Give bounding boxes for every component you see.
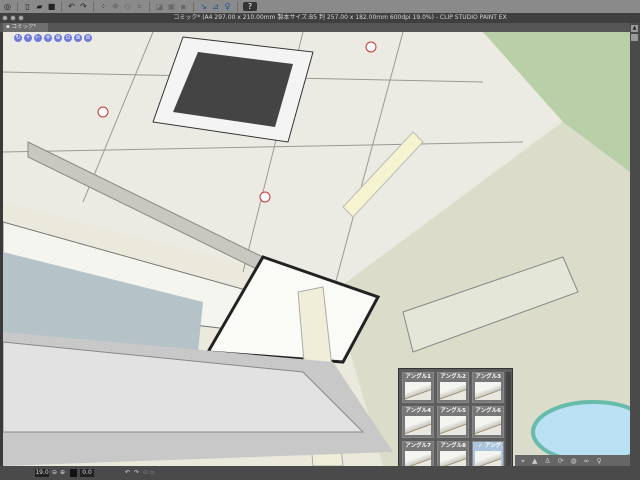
- tab-comic[interactable]: ▪ コミック*: [3, 23, 48, 32]
- angle-thumbnail: [440, 416, 466, 435]
- angle-preset-panel: アングル1 アングル2 アングル3 アングル4 アングル5 アングル6 アングル…: [398, 368, 513, 476]
- angle-label: アングル8: [440, 442, 466, 449]
- window-title: コミック* (A4 297.00 x 210.00mm 製本サイズ:B5 判 2…: [173, 14, 507, 21]
- command-bar: ◎ ▯ ▰ ■ ↶ ↷ ⁘ ✥ ◇ ⌗ ◪ ▣ ▪ ↘ ⊿ ♀ ?: [0, 0, 640, 13]
- angle-label: アングル7: [405, 442, 431, 449]
- angle-label: アングル6: [475, 408, 501, 415]
- angle-label: アングル5: [440, 408, 466, 415]
- move-icon[interactable]: +: [24, 34, 32, 42]
- angle-label: ✓ アングル9: [478, 442, 501, 457]
- angle-preset-5[interactable]: アングル5: [437, 406, 469, 438]
- redo-icon[interactable]: ↷: [79, 2, 88, 11]
- 3d-scene: [3, 32, 630, 466]
- zoom-value[interactable]: 19.0: [35, 469, 49, 477]
- tilt-icon[interactable]: ⊙: [64, 34, 72, 42]
- deselect-icon[interactable]: ⌗: [135, 2, 144, 11]
- scroll-thumb[interactable]: [631, 34, 638, 41]
- grid-snap-icon[interactable]: ♀: [223, 2, 232, 11]
- texture-icon[interactable]: ◍: [571, 457, 577, 465]
- clip-studio-icon[interactable]: ◎: [3, 2, 12, 11]
- reset-rotation-icon[interactable]: ⊙: [143, 469, 148, 477]
- object-launcher: ↻ + ⊢ ✢ ⊕ ⊙ ⊛ ⊜: [14, 34, 92, 42]
- angle-panel-scrollbar[interactable]: [506, 372, 511, 472]
- rotate-object-icon[interactable]: ⟳: [558, 457, 564, 465]
- navigator-icon[interactable]: [70, 469, 77, 477]
- angle-thumbnail: [405, 416, 431, 435]
- zoom-in-icon[interactable]: ⊕: [60, 469, 65, 477]
- layer-icon[interactable]: ▪: [179, 2, 188, 11]
- help-icon[interactable]: ?: [243, 2, 257, 11]
- zoom-icon[interactable]: ⊕: [54, 34, 62, 42]
- focus-icon[interactable]: ⌖: [521, 457, 525, 466]
- crop-icon[interactable]: ◪: [155, 2, 164, 11]
- rotate-right-icon[interactable]: ↷: [134, 469, 139, 477]
- angle-preset-1[interactable]: アングル1: [402, 372, 434, 404]
- zoom-out-icon[interactable]: ⊖: [52, 469, 57, 477]
- angle-thumbnail: [405, 382, 431, 401]
- vertical-scrollbar[interactable]: ▲: [630, 23, 640, 468]
- angle-label: アングル2: [440, 374, 466, 380]
- rotate-left-icon[interactable]: ↶: [125, 469, 130, 477]
- pan-icon[interactable]: ⊢: [34, 34, 42, 42]
- canvas[interactable]: [3, 32, 630, 466]
- angle-preset-6[interactable]: アングル6: [472, 406, 504, 438]
- camera-rotate-icon[interactable]: ↻: [14, 34, 22, 42]
- title-bar: コミック* (A4 297.00 x 210.00mm 製本サイズ:B5 判 2…: [0, 13, 640, 23]
- link-icon[interactable]: ∞: [584, 457, 590, 465]
- save-icon[interactable]: ■: [47, 2, 56, 11]
- erase-icon[interactable]: ◇: [123, 2, 132, 11]
- reset-icon[interactable]: ⊜: [84, 34, 92, 42]
- rotation-value[interactable]: 0.0: [80, 469, 94, 477]
- status-bar: 19.0 ⊖ ⊕ 0.0 ↶ ↷ ⊙ ▫: [0, 466, 640, 480]
- angle-thumbnail: [475, 382, 501, 401]
- angle-preset-3[interactable]: アングル3: [472, 372, 504, 404]
- roll-icon[interactable]: ⊛: [74, 34, 82, 42]
- tab-label: コミック*: [11, 24, 37, 30]
- angle-label: アングル1: [405, 374, 431, 380]
- undo-icon[interactable]: ↶: [67, 2, 76, 11]
- angle-thumbnail: [440, 382, 466, 401]
- select-icon[interactable]: ⁘: [99, 2, 108, 11]
- pose-icon[interactable]: ♙: [544, 457, 550, 465]
- tab-bar: ▪ コミック*: [0, 23, 640, 32]
- new-icon[interactable]: ▯: [23, 2, 32, 11]
- angle-label: アングル3: [475, 374, 501, 380]
- scroll-up-icon[interactable]: ▲: [631, 25, 638, 32]
- light-icon[interactable]: ♀: [596, 457, 601, 465]
- fill-icon[interactable]: ▣: [167, 2, 176, 11]
- angle-thumbnail: [475, 416, 501, 435]
- special-ruler-snap-icon[interactable]: ⊿: [211, 2, 220, 11]
- flip-icon[interactable]: ▫: [150, 469, 154, 477]
- angle-preset-2[interactable]: アングル2: [437, 372, 469, 404]
- ruler-snap-icon[interactable]: ↘: [199, 2, 208, 11]
- ground-icon[interactable]: ▲: [532, 457, 537, 465]
- angle-label: アングル4: [405, 408, 431, 415]
- rotate-icon[interactable]: ✢: [44, 34, 52, 42]
- open-icon[interactable]: ▰: [35, 2, 44, 11]
- angle-preset-4[interactable]: アングル4: [402, 406, 434, 438]
- transform-icon[interactable]: ✥: [111, 2, 120, 11]
